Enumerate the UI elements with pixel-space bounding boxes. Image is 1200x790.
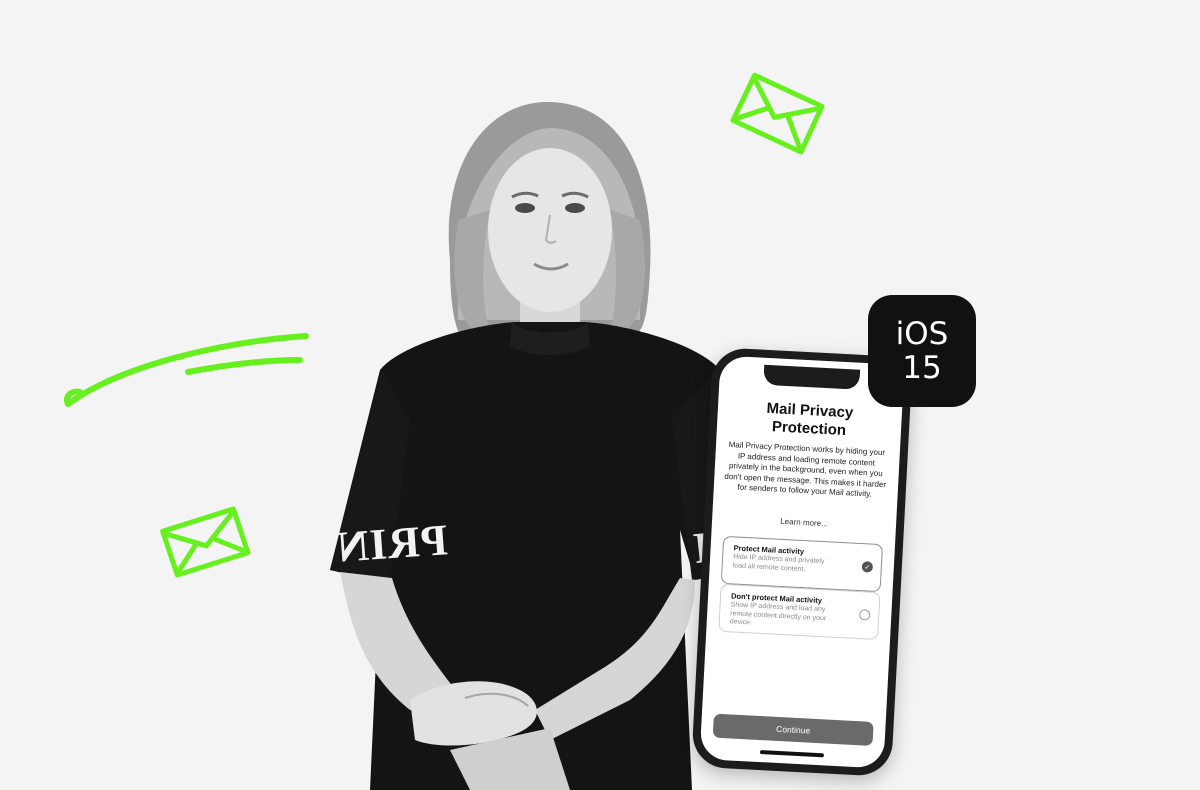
phone-notch bbox=[763, 364, 861, 390]
screen-title: Mail Privacy Protection bbox=[766, 399, 854, 440]
radio-icon[interactable] bbox=[859, 609, 871, 621]
option-protect-mail[interactable]: Protect Mail activity Hide IP address an… bbox=[720, 535, 884, 593]
home-indicator bbox=[759, 750, 825, 758]
screen-description: Mail Privacy Protection works by hiding … bbox=[724, 440, 887, 499]
badge-line-2: 15 bbox=[902, 350, 942, 386]
swoosh-lines bbox=[64, 333, 309, 407]
option-description: Hide IP address and privately load all r… bbox=[732, 553, 825, 573]
learn-more-link[interactable]: Learn more... bbox=[712, 513, 896, 532]
ios-version-badge: iOS 15 bbox=[868, 295, 976, 407]
phone-screen: Mail Privacy Protection Mail Privacy Pro… bbox=[699, 355, 905, 769]
badge-line-1: iOS bbox=[895, 316, 949, 352]
checkmark-icon[interactable]: ✓ bbox=[861, 561, 874, 573]
option-dont-protect-mail[interactable]: Don't protect Mail activity Show IP addr… bbox=[718, 583, 881, 641]
sleeve-left-print: PRIN bbox=[334, 515, 450, 572]
phone-mockup: Mail Privacy Protection Mail Privacy Pro… bbox=[691, 347, 913, 777]
swoosh-doodle bbox=[60, 326, 320, 416]
continue-button[interactable]: Continue bbox=[712, 713, 874, 746]
option-description: Show IP address and load any remote cont… bbox=[729, 601, 827, 627]
envelope-icon bbox=[160, 506, 251, 578]
person-photo: PRIN PR bbox=[300, 100, 760, 790]
left-envelope-doodle bbox=[155, 500, 255, 582]
